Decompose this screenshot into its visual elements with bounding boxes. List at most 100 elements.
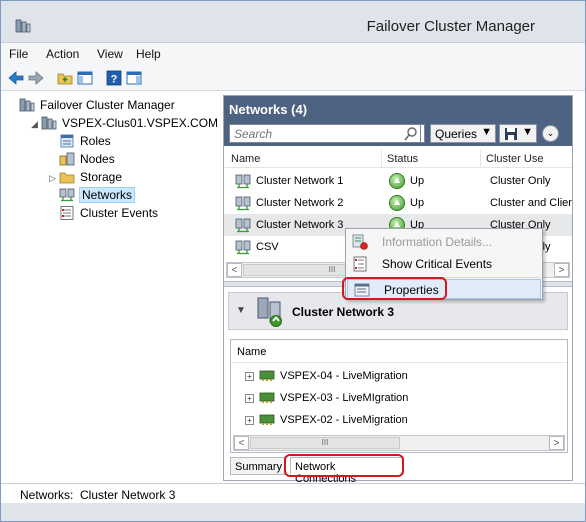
search-icon bbox=[404, 127, 417, 141]
column-header-cluster-use[interactable]: Cluster Use bbox=[486, 153, 543, 165]
forward-arrow-icon[interactable] bbox=[27, 69, 45, 87]
tree-item-networks[interactable]: Networks bbox=[59, 186, 136, 204]
menu-action[interactable]: Action bbox=[46, 47, 79, 61]
menu-item-show-critical-events[interactable]: Show Critical Events bbox=[346, 253, 542, 275]
network-large-icon bbox=[257, 297, 282, 327]
connection-label: VSPEX-04 - LiveMigration bbox=[280, 370, 408, 382]
column-header-name[interactable]: Name bbox=[237, 346, 266, 358]
menu-separator bbox=[376, 277, 540, 278]
list-item[interactable]: + VSPEX-02 - LiveMigration bbox=[245, 412, 408, 428]
search-button[interactable] bbox=[401, 124, 421, 143]
expand-arrow-icon[interactable]: ▷ bbox=[49, 173, 56, 184]
networks-header: Networks (4) bbox=[224, 96, 572, 122]
column-separator[interactable] bbox=[381, 150, 382, 168]
network-icon bbox=[235, 196, 251, 211]
storage-folder-icon bbox=[59, 172, 75, 184]
properties-icon bbox=[354, 283, 370, 297]
list-item[interactable]: + VSPEX-04 - LiveMigration bbox=[245, 368, 408, 384]
row-status: Up bbox=[410, 197, 425, 209]
connection-label: VSPEX-02 - LiveMigration bbox=[280, 414, 408, 426]
network-icon bbox=[235, 218, 251, 233]
menu-help[interactable]: Help bbox=[136, 47, 161, 61]
scroll-right-arrow-icon[interactable]: > bbox=[554, 263, 569, 277]
expand-plus-icon[interactable]: + bbox=[245, 371, 254, 381]
info-details-icon bbox=[352, 234, 368, 250]
tree-item-label: Roles bbox=[80, 134, 111, 148]
tree-root[interactable]: Failover Cluster Manager bbox=[19, 96, 175, 114]
expand-plus-icon[interactable]: + bbox=[245, 393, 254, 403]
status-up-icon bbox=[389, 173, 405, 189]
bottom-frame bbox=[1, 503, 585, 521]
expand-plus-icon[interactable]: + bbox=[245, 415, 254, 425]
up-folder-icon[interactable] bbox=[56, 69, 74, 87]
show-hide-action-pane-icon[interactable] bbox=[125, 69, 143, 87]
queries-button[interactable]: Queries ▼ bbox=[430, 124, 496, 143]
cluster-manager-icon bbox=[19, 98, 35, 112]
table-row[interactable]: Cluster Network 2 Up Cluster and Client bbox=[224, 192, 572, 214]
queries-label: Queries bbox=[435, 127, 478, 141]
detail-tabs: Summary Network Connections bbox=[230, 457, 568, 485]
list-item[interactable]: + VSPEX-03 - LiveMIgration bbox=[245, 390, 408, 406]
cluster-icon bbox=[41, 116, 57, 130]
scroll-right-arrow-icon[interactable]: > bbox=[549, 436, 564, 450]
save-icon bbox=[505, 128, 517, 140]
tree-item-storage[interactable]: Storage bbox=[59, 168, 122, 186]
tab-summary[interactable]: Summary bbox=[230, 457, 285, 475]
tree-cluster-label: VSPEX-Clus01.VSPEX.COM bbox=[62, 116, 219, 130]
menu-item-label: Properties bbox=[384, 283, 439, 297]
menu-item-label: Information Details... bbox=[382, 235, 493, 249]
row-name: Cluster Network 1 bbox=[256, 175, 344, 187]
collapse-pane-button[interactable]: ⌄ bbox=[542, 125, 559, 142]
network-adapter-icon bbox=[259, 370, 275, 381]
tree-item-label: Cluster Events bbox=[80, 206, 159, 220]
navigation-tree: Failover Cluster Manager ◢ VSPEX-Clus01.… bbox=[17, 95, 221, 480]
tree-item-roles[interactable]: Roles bbox=[59, 132, 111, 150]
menu-view[interactable]: View bbox=[97, 47, 123, 61]
cluster-events-icon bbox=[60, 206, 74, 220]
scroll-left-arrow-icon[interactable]: < bbox=[234, 436, 249, 450]
tab-network-connections[interactable]: Network Connections bbox=[290, 457, 404, 485]
search-bar: Queries ▼ ▼ ⌄ bbox=[224, 122, 572, 146]
svg-text:?: ? bbox=[111, 74, 118, 86]
network-connections-list: Name + VSPEX-04 - LiveMigration + VSPEX-… bbox=[230, 339, 568, 453]
detail-title: Cluster Network 3 bbox=[292, 305, 395, 319]
tree-root-label: Failover Cluster Manager bbox=[40, 98, 175, 112]
dropdown-arrow-icon: ▼ bbox=[481, 126, 492, 138]
menu-item-properties[interactable]: Properties bbox=[347, 279, 541, 299]
menu-file[interactable]: File bbox=[9, 47, 28, 61]
row-cluster-use: Cluster and Client bbox=[490, 197, 572, 209]
scroll-left-arrow-icon[interactable]: < bbox=[227, 263, 242, 277]
window-title: Failover Cluster Manager bbox=[366, 18, 535, 35]
save-query-button[interactable]: ▼ bbox=[499, 124, 537, 143]
networks-icon bbox=[59, 188, 75, 202]
scroll-thumb[interactable]: III bbox=[250, 437, 400, 449]
status-text: Networks: Cluster Network 3 bbox=[20, 488, 176, 502]
back-arrow-icon[interactable] bbox=[7, 69, 25, 87]
collapse-arrow-icon[interactable]: ◢ bbox=[31, 119, 38, 130]
column-header-name[interactable]: Name bbox=[231, 153, 260, 165]
tree-cluster[interactable]: VSPEX-Clus01.VSPEX.COM bbox=[41, 114, 218, 132]
chevron-down-icon: ⌄ bbox=[546, 128, 555, 138]
status-bar: Networks: Cluster Network 3 bbox=[1, 483, 585, 503]
menu-item-information-details[interactable]: Information Details... bbox=[346, 231, 542, 253]
chevron-down-icon[interactable]: ▼ bbox=[236, 305, 246, 316]
tree-item-cluster-events[interactable]: Cluster Events bbox=[59, 204, 158, 222]
network-adapter-icon bbox=[259, 392, 275, 403]
nodes-icon bbox=[59, 152, 75, 166]
status-up-icon bbox=[389, 195, 405, 211]
connections-horizontal-scrollbar[interactable]: < III > bbox=[233, 435, 565, 451]
column-header-status[interactable]: Status bbox=[387, 153, 418, 165]
roles-icon bbox=[60, 134, 74, 148]
show-hide-tree-icon[interactable] bbox=[76, 69, 94, 87]
toolbar: ? bbox=[1, 65, 585, 91]
network-icon bbox=[235, 240, 251, 255]
tree-item-nodes[interactable]: Nodes bbox=[59, 150, 115, 168]
header-divider bbox=[231, 362, 567, 363]
table-row[interactable]: Cluster Network 1 Up Cluster Only bbox=[224, 170, 572, 192]
column-separator[interactable] bbox=[480, 150, 481, 168]
help-icon[interactable]: ? bbox=[105, 69, 123, 87]
grid-header: Name Status Cluster Use bbox=[224, 150, 572, 168]
tree-item-label: Nodes bbox=[80, 152, 115, 166]
search-input[interactable] bbox=[229, 124, 425, 143]
row-name: CSV bbox=[256, 241, 279, 253]
